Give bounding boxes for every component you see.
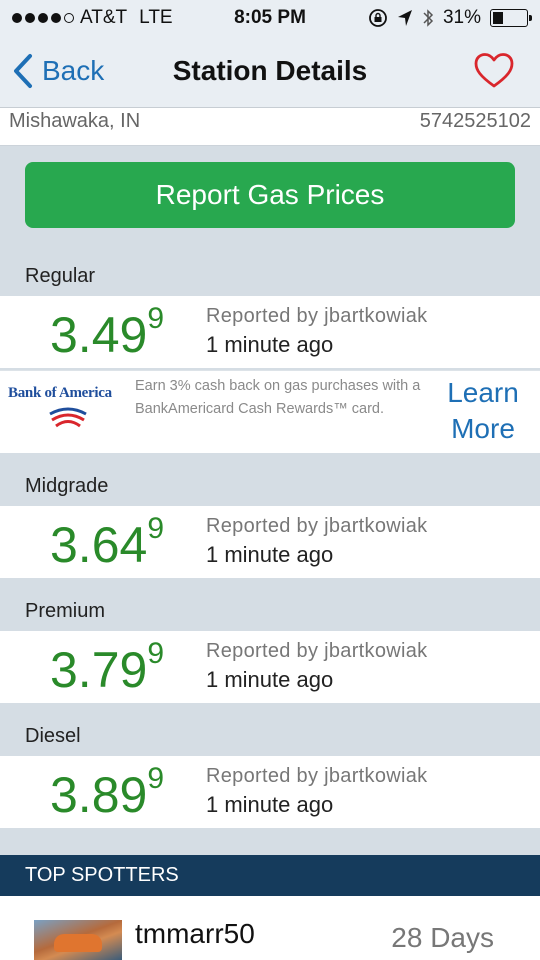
report-time: 1 minute ago [206, 332, 334, 357]
price-value: 3.649 [50, 512, 165, 573]
report-gas-prices-button[interactable]: Report Gas Prices [25, 162, 515, 228]
price-card-diesel[interactable]: 3.899 Reported by jbartkowiak 1 minute a… [0, 756, 540, 828]
status-bar: AT&T LTE 8:05 PM 31% [0, 0, 540, 36]
spotter-days: 28 Days [391, 922, 494, 953]
status-indicators: 31% [368, 7, 532, 29]
reporter-text: Reported by jbartkowiak [206, 305, 428, 327]
report-time: 1 minute ago [206, 542, 334, 567]
station-city: Mishawaka, IN [9, 110, 141, 132]
ad-banner[interactable]: Bank of America Earn 3% cash back on gas… [0, 370, 540, 453]
price-value: 3.899 [50, 762, 165, 823]
section-title: TOP SPOTTERS [25, 864, 179, 886]
reporter-text: Reported by jbartkowiak [206, 640, 428, 662]
grade-label-premium: Premium [25, 600, 106, 622]
station-phone[interactable]: 5742525102 [420, 110, 531, 133]
station-info-row: Mishawaka, IN 5742525102 [0, 108, 540, 146]
report-time: 1 minute ago [206, 792, 334, 817]
battery-icon [490, 9, 532, 27]
location-arrow-icon [397, 10, 412, 26]
bank-of-america-logo: Bank of America [8, 385, 130, 433]
bluetooth-icon [423, 9, 434, 27]
price-value: 3.799 [50, 637, 165, 698]
price-card-midgrade[interactable]: 3.649 Reported by jbartkowiak 1 minute a… [0, 506, 540, 578]
spotter-list-item[interactable]: tmmarr50 28 Days [0, 896, 540, 960]
top-spotters-header: TOP SPOTTERS [0, 855, 540, 896]
battery-percent: 31% [442, 7, 481, 28]
favorite-heart-icon[interactable] [474, 52, 514, 90]
report-time: 1 minute ago [206, 667, 334, 692]
reporter-text: Reported by jbartkowiak [206, 765, 428, 787]
price-value: 3.499 [50, 302, 165, 363]
grade-label-midgrade: Midgrade [25, 475, 109, 497]
learn-more-link[interactable]: Learn More [440, 375, 526, 447]
flag-logo-icon [49, 407, 87, 428]
ad-text: Earn 3% cash back on gas purchases with … [135, 378, 421, 417]
rotation-lock-icon [369, 9, 387, 27]
spotter-name: tmmarr50 [135, 918, 255, 949]
price-card-regular[interactable]: 3.499 Reported by jbartkowiak 1 minute a… [0, 296, 540, 368]
page-title: Station Details [172, 55, 368, 86]
reporter-text: Reported by jbartkowiak [206, 515, 428, 537]
grade-label-diesel: Diesel [25, 725, 81, 747]
avatar [34, 920, 122, 960]
navigation-bar: Back Station Details [0, 36, 540, 108]
grade-label-regular: Regular [25, 265, 96, 287]
price-card-premium[interactable]: 3.799 Reported by jbartkowiak 1 minute a… [0, 631, 540, 703]
